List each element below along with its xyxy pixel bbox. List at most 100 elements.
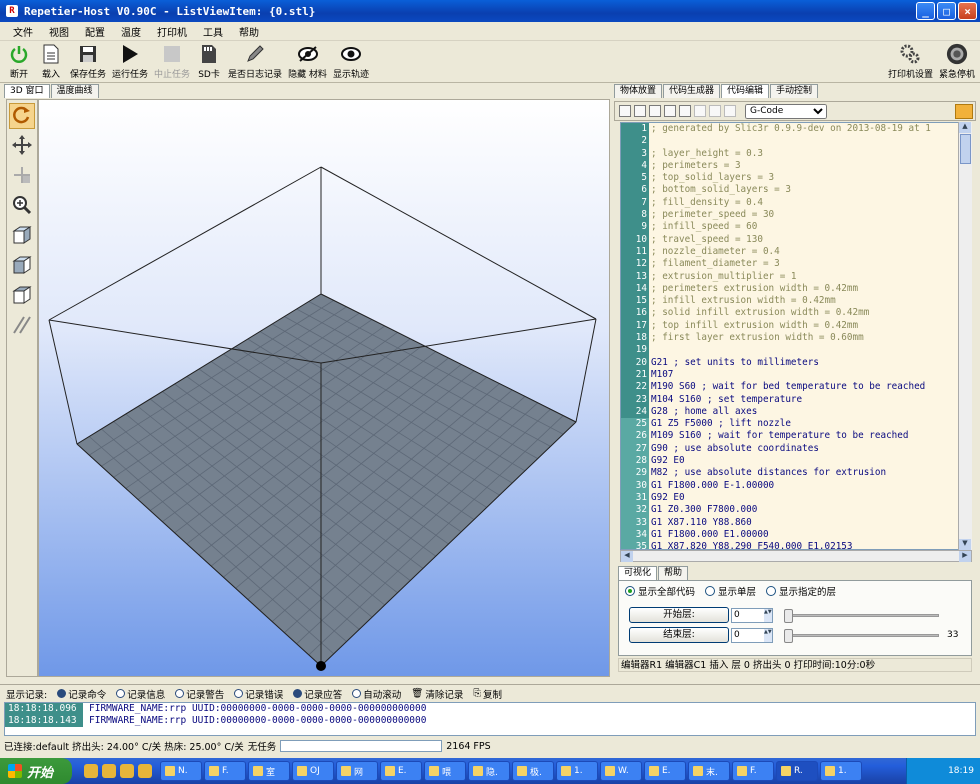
- start-button[interactable]: 开始: [0, 758, 72, 784]
- disconnect-button[interactable]: 断开: [3, 41, 35, 80]
- tab-visualization[interactable]: 可视化: [618, 566, 658, 580]
- radio-layer-range[interactable]: 显示指定的层: [766, 584, 836, 598]
- cut-icon[interactable]: [649, 105, 661, 117]
- copy-log-button[interactable]: ⎘ 复制: [473, 687, 502, 701]
- printer-settings-button[interactable]: 打印机设置: [885, 41, 936, 80]
- maximize-button[interactable]: □: [937, 2, 956, 20]
- end-layer-slider[interactable]: [784, 628, 939, 643]
- taskbar-button[interactable]: 1.: [556, 761, 598, 781]
- menu-help[interactable]: 帮助: [232, 22, 266, 41]
- taskbar-button[interactable]: 末.: [688, 761, 730, 781]
- taskbar-button[interactable]: 1.: [820, 761, 862, 781]
- taskbar-button[interactable]: 隐.: [468, 761, 510, 781]
- taskbar-button[interactable]: E.: [380, 761, 422, 781]
- save-file-icon[interactable]: [634, 105, 646, 117]
- minimize-button[interactable]: _: [916, 2, 935, 20]
- taskbar-button[interactable]: F.: [732, 761, 774, 781]
- line-number: 19: [621, 344, 649, 357]
- taskbar-button-label: F.: [750, 766, 757, 776]
- sd-card-button[interactable]: SD卡: [193, 41, 225, 80]
- slider-knob[interactable]: [784, 608, 793, 623]
- slider-knob[interactable]: [784, 628, 793, 643]
- move-tool[interactable]: [9, 133, 35, 159]
- gcode-editor[interactable]: 1; generated by Slic3r 0.9.9-dev on 2013…: [620, 122, 972, 550]
- paste-icon[interactable]: [679, 105, 691, 117]
- hide-material-button[interactable]: 隐藏 材料: [285, 41, 330, 80]
- quick-launch-icon[interactable]: [102, 764, 116, 778]
- run-job-button[interactable]: 运行任务: [109, 41, 151, 80]
- taskbar-button[interactable]: 网: [336, 761, 378, 781]
- zoom-tool[interactable]: [9, 193, 35, 219]
- stop-job-button[interactable]: 中止任务: [151, 41, 193, 80]
- taskbar-button[interactable]: F.: [204, 761, 246, 781]
- menu-temperature[interactable]: 温度: [114, 22, 148, 41]
- menu-tools[interactable]: 工具: [196, 22, 230, 41]
- log-responses-toggle[interactable]: 记录应答: [293, 687, 342, 701]
- emergency-stop-button[interactable]: 紧急停机: [936, 41, 978, 80]
- quick-launch-icon[interactable]: [84, 764, 98, 778]
- log-warnings-toggle[interactable]: 记录警告: [175, 687, 224, 701]
- redo-icon[interactable]: [709, 105, 721, 117]
- tab-manual-control[interactable]: 手动控制: [770, 84, 819, 98]
- start-layer-slider[interactable]: [784, 608, 939, 623]
- log-commands-toggle[interactable]: 记录命令: [57, 687, 106, 701]
- file-type-select[interactable]: G-Code: [745, 103, 827, 119]
- radio-show-all[interactable]: 显示全部代码: [625, 584, 695, 598]
- taskbar-button[interactable]: 极.: [512, 761, 554, 781]
- editor-horizontal-scrollbar[interactable]: ◀ ▶: [620, 550, 972, 562]
- parallel-view-tool[interactable]: [9, 313, 35, 339]
- auto-scroll-toggle[interactable]: 自动滚动: [352, 687, 401, 701]
- end-layer-spinner[interactable]: 0: [731, 627, 773, 643]
- end-layer-button[interactable]: 结束层:: [629, 627, 729, 643]
- taskbar-button[interactable]: 喂: [424, 761, 466, 781]
- taskbar-button[interactable]: R.: [776, 761, 818, 781]
- rotate-tool[interactable]: [9, 103, 35, 129]
- view-iso-tool[interactable]: [9, 223, 35, 249]
- log-errors-toggle[interactable]: 记录错误: [234, 687, 283, 701]
- menu-config[interactable]: 配置: [78, 22, 112, 41]
- taskbar-button[interactable]: OJ: [292, 761, 334, 781]
- taskbar-button[interactable]: W.: [600, 761, 642, 781]
- scroll-down-arrow[interactable]: ▼: [959, 539, 971, 550]
- log-pane[interactable]: 18:18:18.096 FIRMWARE_NAME:rrp UUID:0000…: [4, 702, 976, 736]
- clear-log-button[interactable]: 🗑 清除记录: [411, 687, 463, 701]
- 3d-viewport[interactable]: [38, 99, 610, 677]
- tab-3d-view[interactable]: 3D 窗口: [4, 84, 50, 98]
- load-button[interactable]: 载入: [35, 41, 67, 80]
- scroll-right-arrow[interactable]: ▶: [959, 551, 971, 562]
- view-top-tool[interactable]: [9, 283, 35, 309]
- new-file-icon[interactable]: [619, 105, 631, 117]
- menu-view[interactable]: 视图: [42, 22, 76, 41]
- undo-icon[interactable]: [694, 105, 706, 117]
- move-object-tool[interactable]: [9, 163, 35, 189]
- menu-file[interactable]: 文件: [6, 22, 40, 41]
- quick-launch-icon[interactable]: [138, 764, 152, 778]
- close-button[interactable]: ×: [958, 2, 977, 20]
- clear-icon[interactable]: [724, 105, 736, 117]
- editor-vertical-scrollbar[interactable]: ▲ ▼: [958, 122, 972, 550]
- scroll-up-arrow[interactable]: ▲: [959, 122, 971, 133]
- tab-code-generator[interactable]: 代码生成器: [663, 84, 721, 98]
- copy-icon[interactable]: [664, 105, 676, 117]
- view-front-tool[interactable]: [9, 253, 35, 279]
- tab-help[interactable]: 帮助: [658, 566, 689, 580]
- scroll-left-arrow[interactable]: ◀: [621, 551, 633, 562]
- eye-toggle-icon[interactable]: [955, 104, 973, 119]
- tab-temperature-curve[interactable]: 温度曲线: [50, 84, 99, 98]
- tab-object-placement[interactable]: 物体放置: [614, 84, 663, 98]
- scroll-thumb[interactable]: [960, 134, 971, 164]
- taskbar-button[interactable]: 室: [248, 761, 290, 781]
- start-layer-button[interactable]: 开始层:: [629, 607, 729, 623]
- taskbar-button[interactable]: N.: [160, 761, 202, 781]
- taskbar-button[interactable]: E.: [644, 761, 686, 781]
- log-toggle-button[interactable]: 是否日志记录: [225, 41, 285, 80]
- show-travel-button[interactable]: 显示轨迹: [330, 41, 372, 80]
- code-line: 28 G92 E0: [621, 455, 971, 468]
- log-info-toggle[interactable]: 记录信息: [116, 687, 165, 701]
- start-layer-spinner[interactable]: 0: [731, 607, 773, 623]
- radio-single-layer[interactable]: 显示单层: [705, 584, 756, 598]
- quick-launch-icon[interactable]: [120, 764, 134, 778]
- menu-printer[interactable]: 打印机: [150, 22, 194, 41]
- tab-code-editor[interactable]: 代码编辑: [721, 84, 770, 98]
- save-job-button[interactable]: 保存任务: [67, 41, 109, 80]
